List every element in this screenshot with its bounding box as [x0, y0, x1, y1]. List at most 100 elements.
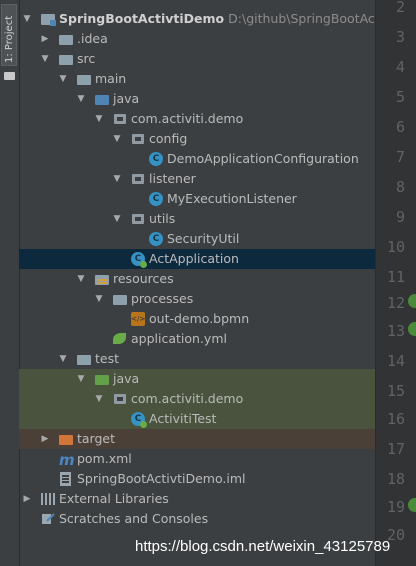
tree-row-demo-config[interactable]: C DemoApplicationConfiguration	[19, 149, 375, 169]
tree-item-label: application.yml	[131, 331, 227, 346]
tree-row-bpmn[interactable]: </> out-demo.bpmn	[19, 309, 375, 329]
watermark-text: https://blog.csdn.net/weixin_43125789	[135, 538, 391, 555]
iml-file-icon	[59, 472, 73, 486]
java-class-icon: C	[149, 192, 163, 206]
tree-row-config[interactable]: ▼ config	[19, 129, 375, 149]
tree-row-package[interactable]: ▼ com.activiti.demo	[19, 109, 375, 129]
run-gutter-icon[interactable]	[408, 322, 416, 336]
line-number: 18	[386, 470, 405, 488]
tree-row-yml[interactable]: application.yml	[19, 329, 375, 349]
tree-item-label: com.activiti.demo	[131, 111, 244, 126]
collapse-arrow-icon[interactable]: ▶	[39, 429, 51, 449]
tree-row-listener[interactable]: ▼ listener	[19, 169, 375, 189]
expand-arrow-icon[interactable]: ▼	[93, 109, 105, 129]
tool-window-strip: 1: Project	[0, 0, 20, 566]
expand-arrow-icon[interactable]: ▼	[75, 269, 87, 289]
project-tool-tab[interactable]: 1: Project	[1, 4, 17, 66]
tree-item-label: utils	[149, 211, 176, 226]
expand-arrow-icon[interactable]: ▼	[39, 49, 51, 69]
editor-gutter: 2 3 4 5 6 7 8 9 10 11 12 13 14 15 16 17 …	[375, 0, 416, 566]
test-source-folder-icon	[95, 372, 109, 386]
folder-icon	[59, 52, 73, 66]
expand-arrow-icon[interactable]: ▼	[75, 89, 87, 109]
tree-row-root[interactable]: ▼ SpringBootActivtiDemo D:\github\Spring…	[19, 9, 375, 29]
tree-item-label: target	[77, 431, 116, 446]
line-number: 3	[395, 28, 405, 46]
line-number: 6	[395, 118, 405, 136]
tree-item-label: test	[95, 351, 120, 366]
tree-row-security-util[interactable]: C SecurityUtil	[19, 229, 375, 249]
tree-row-scratches[interactable]: Scratches and Consoles	[19, 509, 375, 529]
line-number: 17	[386, 440, 405, 458]
line-number: 9	[395, 208, 405, 226]
folder-icon	[59, 32, 73, 46]
project-tree[interactable]: ▼ SpringBootActivtiDemo D:\github\Spring…	[19, 0, 375, 566]
tree-row-target[interactable]: ▶ target	[19, 429, 375, 449]
expand-arrow-icon[interactable]: ▼	[57, 349, 69, 369]
expand-arrow-icon[interactable]: ▼	[57, 69, 69, 89]
folder-icon[interactable]	[4, 72, 15, 80]
tree-row-iml[interactable]: SpringBootActivtiDemo.iml	[19, 469, 375, 489]
expand-arrow-icon[interactable]: ▼	[93, 389, 105, 409]
expand-arrow-icon[interactable]: ▼	[75, 369, 87, 389]
expand-arrow-icon[interactable]: ▼	[111, 129, 123, 149]
expand-arrow-icon[interactable]: ▼	[21, 9, 33, 29]
spring-yml-icon	[113, 332, 127, 346]
line-number: 13	[386, 322, 405, 340]
collapse-arrow-icon[interactable]: ▶	[21, 489, 33, 509]
tree-item-label: src	[77, 51, 96, 66]
spring-boot-icon: C	[131, 252, 147, 268]
source-folder-icon	[95, 92, 109, 106]
tree-item-label: ActivitiTest	[149, 411, 217, 426]
project-tool-tab-label: 1: Project	[4, 15, 15, 63]
run-gutter-icon[interactable]	[408, 498, 416, 512]
expand-arrow-icon[interactable]: ▼	[93, 289, 105, 309]
tree-row-resources[interactable]: ▼ resources	[19, 269, 375, 289]
tree-item-label: SpringBootActivtiDemo.iml	[77, 471, 246, 486]
expand-arrow-icon[interactable]: ▼	[111, 169, 123, 189]
package-icon	[131, 212, 145, 226]
line-number: 15	[386, 382, 405, 400]
maven-icon: m	[59, 451, 75, 469]
run-gutter-icon[interactable]	[408, 294, 416, 308]
folder-icon	[77, 72, 91, 86]
package-icon	[131, 132, 145, 146]
tree-row-external-libraries[interactable]: ▶ External Libraries	[19, 489, 375, 509]
collapse-arrow-icon[interactable]: ▶	[39, 29, 51, 49]
external-libraries-icon	[41, 492, 55, 506]
line-number: 8	[395, 178, 405, 196]
project-module-icon	[41, 12, 56, 26]
tree-row-src[interactable]: ▼ src	[19, 49, 375, 69]
line-number: 2	[395, 0, 405, 16]
tree-row-test[interactable]: ▼ test	[19, 349, 375, 369]
excluded-folder-icon	[59, 432, 73, 446]
tree-item-label: out-demo.bpmn	[149, 311, 250, 326]
tree-item-label: SecurityUtil	[167, 231, 240, 246]
tree-item-label: pom.xml	[77, 451, 132, 466]
package-icon	[131, 172, 145, 186]
tree-row-main[interactable]: ▼ main	[19, 69, 375, 89]
tree-row-act-application[interactable]: C ActApplication	[19, 249, 375, 269]
tree-item-label: config	[149, 131, 188, 146]
tree-row-my-listener[interactable]: C MyExecutionListener	[19, 189, 375, 209]
tree-row-java[interactable]: ▼ java	[19, 89, 375, 109]
line-number: 7	[395, 148, 405, 166]
tree-row-test-package[interactable]: ▼ com.activiti.demo	[19, 389, 375, 409]
tree-row-test-java[interactable]: ▼ java	[19, 369, 375, 389]
java-class-icon: C	[131, 412, 147, 428]
tree-row-processes[interactable]: ▼ processes	[19, 289, 375, 309]
tree-row-pom[interactable]: m pom.xml	[19, 449, 375, 469]
tree-row-idea[interactable]: ▶ .idea	[19, 29, 375, 49]
tree-item-label: main	[95, 71, 127, 86]
java-class-icon: C	[149, 152, 163, 166]
tree-row-activiti-test[interactable]: C ActivitiTest	[19, 409, 375, 429]
tree-item-label: External Libraries	[59, 491, 169, 506]
tree-row-utils[interactable]: ▼ utils	[19, 209, 375, 229]
expand-arrow-icon[interactable]: ▼	[111, 209, 123, 229]
folder-icon	[113, 292, 127, 306]
tree-item-label: .idea	[77, 31, 108, 46]
line-number: 16	[386, 410, 405, 428]
line-number: 14	[386, 352, 405, 370]
tree-item-label: ActApplication	[149, 251, 239, 266]
tree-item-label: processes	[131, 291, 194, 306]
